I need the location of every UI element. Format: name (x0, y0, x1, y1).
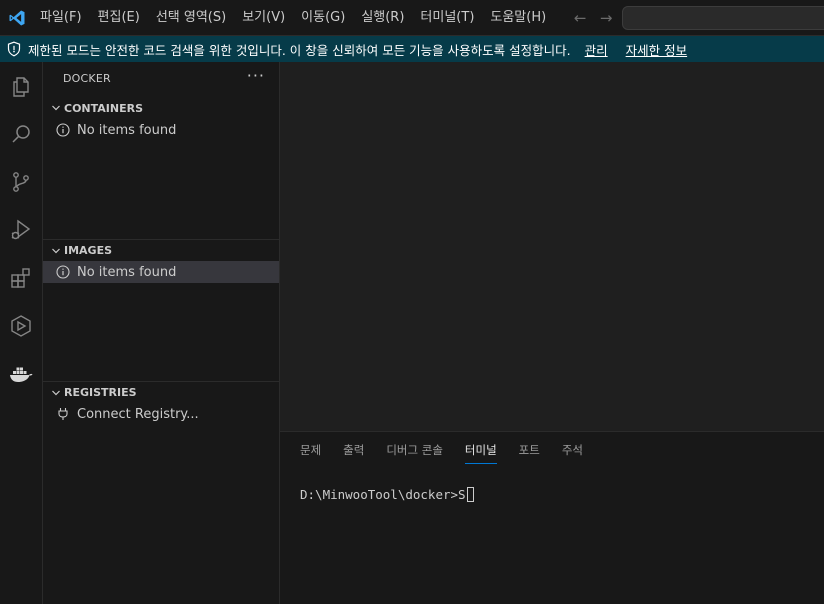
run-debug-icon[interactable] (6, 215, 36, 245)
tab-output[interactable]: 출력 (343, 432, 364, 466)
menu-view[interactable]: 보기(V) (234, 0, 293, 36)
registries-section-header[interactable]: REGISTRIES (43, 381, 279, 403)
navigation-arrows: ← → (570, 9, 616, 27)
source-control-icon[interactable] (6, 167, 36, 197)
search-icon[interactable] (6, 119, 36, 149)
command-center-search[interactable] (622, 6, 824, 30)
images-empty-item[interactable]: No items found (43, 261, 279, 283)
vscode-logo-icon (2, 0, 32, 36)
docker-icon[interactable] (6, 359, 36, 389)
extensions-icon[interactable] (6, 263, 36, 293)
remote-explorer-icon[interactable] (6, 311, 36, 341)
plug-icon (56, 407, 70, 421)
tab-debug-console[interactable]: 디버그 콘솔 (386, 432, 443, 466)
menu-selection[interactable]: 선택 영역(S) (148, 0, 234, 36)
terminal-prompt: D:\MinwooTool\docker>S (300, 487, 466, 502)
images-section-header[interactable]: IMAGES (43, 239, 279, 261)
restricted-mode-banner: 제한된 모드는 안전한 코드 검색을 위한 것입니다. 이 창을 신뢰하여 모든… (0, 36, 824, 62)
explorer-icon[interactable] (6, 72, 36, 102)
menu-help[interactable]: 도움말(H) (482, 0, 554, 36)
terminal-cursor (466, 487, 474, 502)
menu-edit[interactable]: 편집(E) (90, 0, 148, 36)
containers-empty-label: No items found (77, 122, 177, 138)
more-actions-icon[interactable]: ··· (247, 66, 265, 85)
images-empty-label: No items found (77, 264, 177, 280)
activity-bar (0, 62, 43, 604)
menu-file[interactable]: 파일(F) (32, 0, 90, 36)
chevron-down-icon (49, 246, 63, 256)
editor-area[interactable] (280, 62, 824, 431)
connect-registry-label: Connect Registry... (77, 406, 199, 422)
menu-terminal[interactable]: 터미널(T) (412, 0, 482, 36)
title-bar: 파일(F) 편집(E) 선택 영역(S) 보기(V) 이동(G) 실행(R) 터… (0, 0, 824, 36)
forward-arrow-icon[interactable]: → (596, 9, 616, 27)
containers-empty-item: No items found (43, 119, 279, 141)
back-arrow-icon[interactable]: ← (570, 9, 590, 27)
docker-sidebar: DOCKER ··· CONTAINERS No items found IMA… (43, 62, 280, 604)
learn-more-link[interactable]: 자세한 정보 (626, 40, 687, 59)
info-icon (56, 123, 70, 137)
menu-run[interactable]: 실행(R) (353, 0, 412, 36)
registries-header-label: REGISTRIES (64, 386, 137, 399)
tab-ports[interactable]: 포트 (519, 432, 540, 466)
manage-link[interactable]: 관리 (585, 40, 608, 59)
tab-problems[interactable]: 문제 (300, 432, 321, 466)
banner-message: 제한된 모드는 안전한 코드 검색을 위한 것입니다. 이 창을 신뢰하여 모든… (28, 42, 571, 58)
containers-section-header[interactable]: CONTAINERS (43, 97, 279, 119)
panel-tabs: 문제 출력 디버그 콘솔 터미널 포트 주석 (300, 432, 583, 466)
tab-comments[interactable]: 주석 (562, 432, 583, 466)
menu-go[interactable]: 이동(G) (293, 0, 353, 36)
terminal-output[interactable]: D:\MinwooTool\docker>S (300, 487, 474, 502)
shield-icon (6, 41, 22, 57)
sidebar-title: DOCKER (63, 72, 111, 85)
chevron-down-icon (49, 388, 63, 398)
containers-header-label: CONTAINERS (64, 101, 143, 115)
info-icon (56, 265, 70, 279)
bottom-panel: 문제 출력 디버그 콘솔 터미널 포트 주석 D:\MinwooTool\doc… (280, 431, 824, 604)
images-header-label: IMAGES (64, 244, 113, 257)
menu-bar: 파일(F) 편집(E) 선택 영역(S) 보기(V) 이동(G) 실행(R) 터… (32, 0, 554, 36)
connect-registry-item[interactable]: Connect Registry... (43, 403, 279, 425)
tab-terminal[interactable]: 터미널 (464, 432, 497, 466)
chevron-down-icon (49, 103, 63, 113)
